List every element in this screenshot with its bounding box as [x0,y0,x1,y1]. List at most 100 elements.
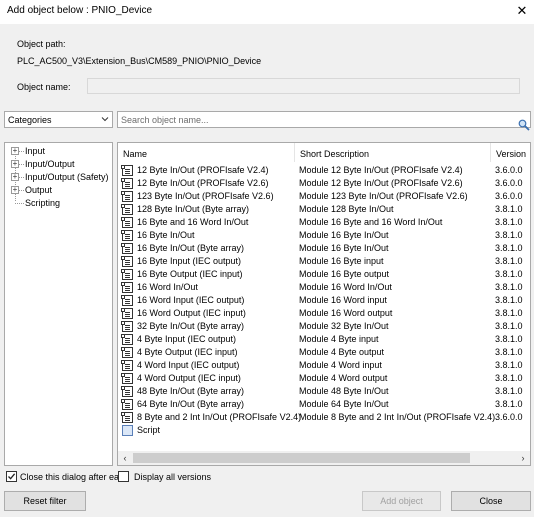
list-cell-name: 8 Byte and 2 Int In/Out (PROFIsafe V2.4) [137,412,302,422]
list-row[interactable]: 16 Byte In/Out (Byte array) Module 16 Byt… [118,242,530,255]
list-cell-version: 3.8.1.0 [495,217,523,227]
list-cell-description: Module 16 Byte In/Out [299,230,389,240]
list-row[interactable]: 4 Byte Output (IEC input) Module 4 Byte o… [118,346,530,359]
scrollbar-thumb[interactable] [133,453,470,463]
add-object-button[interactable]: Add object [362,491,441,511]
tree-item-label: Input [25,146,46,156]
list-row[interactable]: 16 Word Output (IEC input) Module 16 Word… [118,307,530,320]
checkmark-icon [8,473,16,480]
category-tree[interactable]: + Input + Input/Output + Input/Output (S… [4,142,113,466]
list-cell-description: Module 16 Byte In/Out [299,243,389,253]
list-row[interactable]: 8 Byte and 2 Int In/Out (PROFIsafe V2.4)… [118,411,530,424]
module-icon [121,217,133,228]
list-cell-name: 12 Byte In/Out (PROFIsafe V2.4) [137,165,269,175]
module-icon [121,191,133,202]
search-input[interactable] [117,111,531,128]
list-cell-name: 128 Byte In/Out (Byte array) [137,204,250,214]
scroll-left-icon[interactable]: ‹ [118,451,132,465]
list-cell-version: 3.8.1.0 [495,373,523,383]
list-cell-name: 4 Byte Output (IEC input) [137,347,238,357]
module-icon [121,347,133,358]
list-row[interactable]: 4 Byte Input (IEC output) Module 4 Byte i… [118,333,530,346]
display-all-versions-checkbox[interactable] [118,471,129,482]
expand-icon[interactable]: + [11,147,19,155]
list-cell-name: 4 Byte Input (IEC output) [137,334,237,344]
list-cell-version: 3.8.1.0 [495,230,523,240]
list-row[interactable]: 128 Byte In/Out (Byte array) Module 128 B… [118,203,530,216]
list-cell-name: 16 Word Input (IEC output) [137,295,245,305]
category-select-value: Categories [8,115,52,125]
module-icon [121,204,133,215]
list-cell-version: 3.8.1.0 [495,256,523,266]
list-row[interactable]: 4 Word Output (IEC input) Module 4 Word o… [118,372,530,385]
module-icon [121,230,133,241]
list-cell-description: Module 16 Word output [299,308,393,318]
close-button[interactable]: Close [451,491,531,511]
close-after-add-checkbox[interactable] [6,471,17,482]
list-row[interactable]: 16 Byte and 16 Word In/Out Module 16 Byte… [118,216,530,229]
list-cell-description: Module 16 Word In/Out [299,282,392,292]
module-icon [121,360,133,371]
list-row[interactable]: 4 Word Input (IEC output) Module 4 Word i… [118,359,530,372]
reset-filter-button[interactable]: Reset filter [4,491,86,511]
expand-icon[interactable]: + [11,186,19,194]
list-cell-description: Module 12 Byte In/Out (PROFIsafe V2.4) [299,165,463,175]
list-cell-name: 16 Byte Output (IEC input) [137,269,243,279]
list-row[interactable]: 64 Byte In/Out (Byte array) Module 64 Byt… [118,398,530,411]
module-icon [121,399,133,410]
column-header-short-description[interactable]: Short Description [295,143,490,162]
close-after-add-label[interactable]: Close this dialog after eac [20,472,124,482]
module-icon [121,321,133,332]
list-row[interactable]: 16 Byte Output (IEC input) Module 16 Byte… [118,268,530,281]
tree-dots [19,190,24,191]
object-name-field[interactable] [87,78,520,94]
object-list[interactable]: Name Short Description Version 12 Byte I… [117,142,531,466]
expand-icon[interactable]: + [11,160,19,168]
module-icon [121,256,133,267]
list-row[interactable]: 12 Byte In/Out (PROFIsafe V2.4) Module 12… [118,164,530,177]
script-icon [122,425,133,436]
list-cell-version: 3.6.0.0 [495,165,523,175]
close-icon[interactable]: ✕ [510,0,534,22]
module-icon [121,178,133,189]
list-row[interactable]: 12 Byte In/Out (PROFIsafe V2.6) Module 12… [118,177,530,190]
column-header-name[interactable]: Name [118,143,294,162]
scroll-right-icon[interactable]: › [516,451,530,465]
list-row[interactable]: 16 Word In/Out Module 16 Word In/Out 3.8.1… [118,281,530,294]
list-row[interactable]: 16 Byte Input (IEC output) Module 16 Byte… [118,255,530,268]
list-cell-name: 123 Byte In/Out (PROFIsafe V2.6) [137,191,274,201]
list-row[interactable]: 16 Word Input (IEC output) Module 16 Word… [118,294,530,307]
list-cell-version: 3.8.1.0 [495,334,523,344]
tree-item-label: Scripting [25,198,61,208]
list-cell-version: 3.8.1.0 [495,321,523,331]
list-cell-name: 16 Word Output (IEC input) [137,308,246,318]
horizontal-scrollbar[interactable]: ‹ › [118,451,530,465]
list-cell-version: 3.6.0.0 [495,178,523,188]
column-header-version[interactable]: Version [491,143,530,162]
list-cell-version: 3.8.1.0 [495,204,523,214]
search-icon[interactable] [518,119,530,131]
list-row[interactable]: 123 Byte In/Out (PROFIsafe V2.6) Module 1… [118,190,530,203]
list-cell-name: 16 Byte In/Out (Byte array) [137,243,245,253]
list-cell-description: Module 123 Byte In/Out (PROFIsafe V2.6) [299,191,468,201]
tree-item-label: Input/Output [25,159,75,169]
category-select[interactable]: Categories [4,111,113,128]
list-cell-version: 3.8.1.0 [495,269,523,279]
list-cell-version: 3.6.0.0 [495,191,523,201]
list-cell-name: 16 Word In/Out [137,282,198,292]
expand-icon[interactable]: + [11,173,19,181]
module-icon [121,308,133,319]
list-cell-description: Module 4 Word input [299,360,382,370]
module-icon [121,373,133,384]
list-cell-description: Module 4 Byte input [299,334,379,344]
display-all-versions-label[interactable]: Display all versions [134,472,211,482]
list-row[interactable]: 16 Byte In/Out Module 16 Byte In/Out 3.8.1… [118,229,530,242]
list-row[interactable]: Script [118,424,530,437]
list-cell-version: 3.8.1.0 [495,295,523,305]
module-icon [121,243,133,254]
list-cell-description: Module 16 Byte output [299,269,390,279]
list-cell-version: 3.8.1.0 [495,308,523,318]
list-row[interactable]: 32 Byte In/Out (Byte array) Module 32 Byt… [118,320,530,333]
list-row[interactable]: 48 Byte In/Out (Byte array) Module 48 Byt… [118,385,530,398]
list-cell-name: 12 Byte In/Out (PROFIsafe V2.6) [137,178,269,188]
